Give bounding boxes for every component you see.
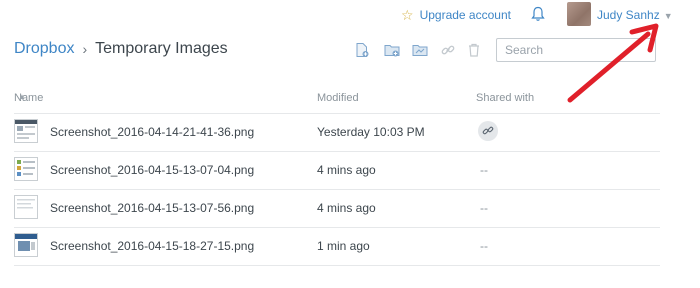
page-title: Temporary Images xyxy=(95,40,228,57)
divider xyxy=(14,151,660,152)
file-modified: 1 min ago xyxy=(317,239,370,253)
star-icon: ☆ xyxy=(401,7,414,23)
table-row[interactable]: Screenshot_2016-04-14-21-41-36.png Yeste… xyxy=(14,115,660,149)
trash-icon[interactable] xyxy=(466,42,482,58)
divider xyxy=(14,227,660,228)
shared-link-icon[interactable] xyxy=(478,121,498,141)
upgrade-account-label: Upgrade account xyxy=(419,8,511,22)
file-name[interactable]: Screenshot_2016-04-15-18-27-15.png xyxy=(50,239,254,253)
file-name[interactable]: Screenshot_2016-04-15-13-07-56.png xyxy=(50,201,254,215)
annotation-arrow xyxy=(567,23,659,103)
table-row[interactable]: Screenshot_2016-04-15-18-27-15.png 1 min… xyxy=(14,229,660,263)
file-modified: Yesterday 10:03 PM xyxy=(317,125,425,139)
file-shared-with: -- xyxy=(480,201,488,215)
shared-folder-icon[interactable] xyxy=(412,42,428,58)
divider xyxy=(14,265,660,266)
file-name[interactable]: Screenshot_2016-04-14-21-41-36.png xyxy=(50,125,254,139)
breadcrumb-root[interactable]: Dropbox xyxy=(14,40,74,58)
breadcrumb-separator: › xyxy=(82,41,88,57)
breadcrumb: Dropbox › Temporary Images xyxy=(14,40,228,58)
file-name[interactable]: Screenshot_2016-04-15-13-07-04.png xyxy=(50,163,254,177)
divider xyxy=(14,113,660,114)
new-folder-icon[interactable] xyxy=(384,42,400,58)
column-header-shared[interactable]: Shared with xyxy=(476,92,534,104)
file-shared-with: -- xyxy=(480,239,488,253)
file-thumbnail xyxy=(14,157,38,181)
table-row[interactable]: Screenshot_2016-04-15-13-07-56.png 4 min… xyxy=(14,191,660,225)
file-thumbnail xyxy=(14,233,38,257)
column-header-modified[interactable]: Modified xyxy=(317,92,359,104)
sort-asc-icon: ▲ xyxy=(18,92,26,101)
link-icon[interactable] xyxy=(440,42,456,58)
divider xyxy=(14,189,660,190)
file-thumbnail xyxy=(14,119,38,143)
bell-icon[interactable] xyxy=(531,6,545,22)
table-row[interactable]: Screenshot_2016-04-15-13-07-04.png 4 min… xyxy=(14,153,660,187)
new-file-icon[interactable] xyxy=(354,42,370,58)
file-modified: 4 mins ago xyxy=(317,163,376,177)
file-thumbnail xyxy=(14,195,38,219)
file-shared-with: -- xyxy=(480,163,488,177)
upgrade-account-link[interactable]: ☆ Upgrade account xyxy=(401,6,511,24)
file-modified: 4 mins ago xyxy=(317,201,376,215)
